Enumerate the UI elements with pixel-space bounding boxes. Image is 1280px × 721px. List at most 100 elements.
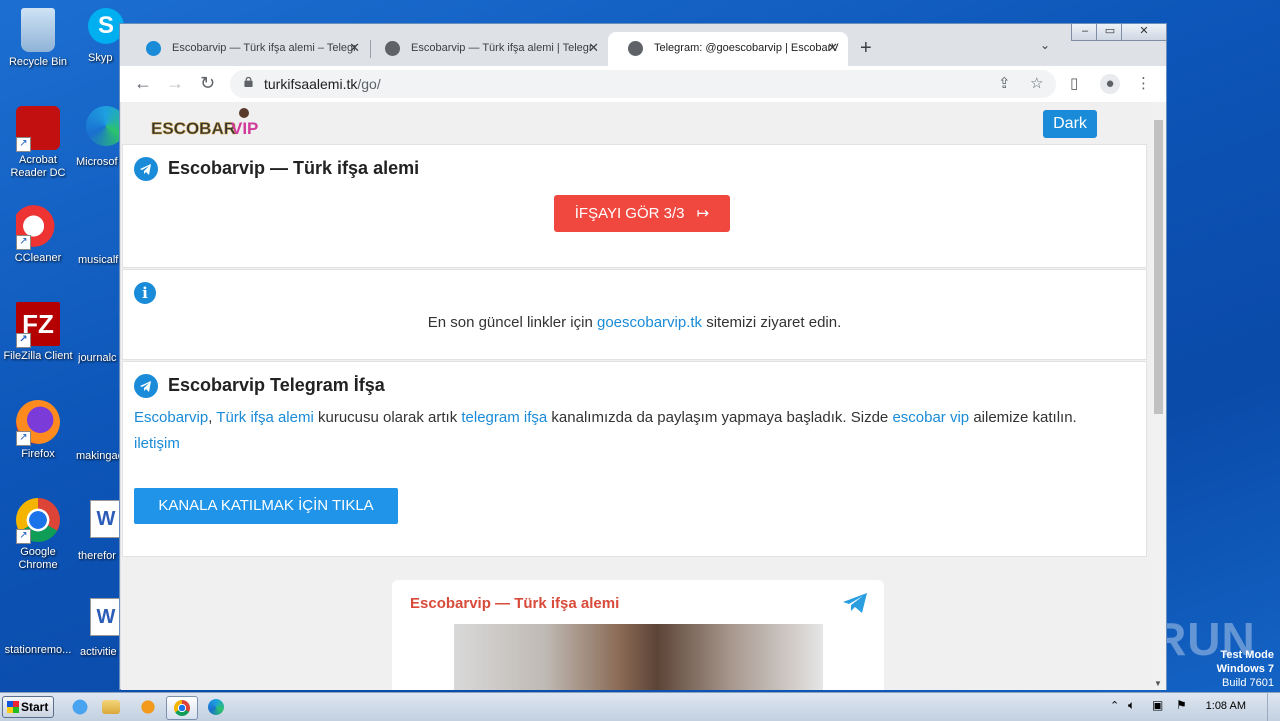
url-path: /go/	[357, 76, 381, 92]
address-bar[interactable]: turkifsaalemi.tk/go/ ⇪ ☆	[230, 70, 1056, 98]
globe-icon	[628, 41, 643, 56]
telegram-icon	[134, 374, 158, 398]
join-channel-button[interactable]: KANALA KATILMAK İÇİN TIKLA	[134, 488, 398, 524]
tab-search-chevron-icon[interactable]: ⌄	[1040, 38, 1050, 52]
file-icon	[16, 610, 60, 640]
show-desktop-button[interactable]	[1267, 693, 1280, 721]
info-icon: i	[134, 282, 156, 304]
turk-ifsa-alemi-link[interactable]: Türk ifşa alemi	[216, 409, 314, 426]
edge-icon	[208, 699, 224, 715]
info-text: En son güncel linkler için goescobarvip.…	[123, 314, 1146, 331]
menu-kebab-icon[interactable]: ⋮	[1136, 74, 1151, 94]
word-doc-icon: W	[90, 598, 122, 636]
svg-text:ESCOBAR: ESCOBAR	[151, 119, 236, 138]
tab-2[interactable]: Escobarvip — Türk ifşa alemi | Telegr ✕	[365, 32, 609, 66]
tab-title: Escobarvip — Türk ifşa alemi – Telegr	[172, 42, 357, 54]
dark-mode-button[interactable]: Dark	[1043, 110, 1097, 138]
shortcut-label: stationremo...	[4, 644, 72, 656]
volume-icon[interactable]: 🔈︎	[1128, 698, 1135, 713]
body-text-3: ailemize katılın.	[969, 409, 1077, 426]
shortcut-label: Google Chrome	[18, 546, 58, 571]
chrome-shortcut[interactable]: ↗ Google Chrome	[0, 498, 76, 572]
preview-photo	[454, 624, 823, 690]
explorer-taskbar-icon[interactable]	[102, 700, 120, 714]
filezilla-shortcut[interactable]: FZ ↗ FileZilla Client	[0, 302, 76, 363]
share-icon[interactable]: ⇪	[998, 74, 1011, 94]
word-doc-icon: W	[90, 500, 122, 538]
back-arrow-icon[interactable]: ←	[134, 72, 152, 94]
exit-arrow-icon: ↦	[696, 205, 710, 222]
body-text-1: kurucusu olarak artık	[313, 409, 462, 426]
ccleaner-icon: ↗	[16, 204, 60, 250]
escobarvip-link[interactable]: Escobarvip	[134, 409, 208, 426]
filezilla-icon: FZ ↗	[16, 302, 60, 348]
new-tab-button[interactable]: +	[860, 36, 872, 60]
svg-text:VIP: VIP	[231, 119, 258, 138]
tab-title: Telegram: @goescobarvip | EscobarV	[654, 42, 839, 54]
preview-title[interactable]: Escobarvip — Türk ifşa alemi	[410, 595, 619, 612]
shortcut-label: FileZilla Client	[3, 350, 73, 362]
iletisim-link[interactable]: iletişim	[134, 435, 180, 452]
media-player-taskbar-icon[interactable]	[136, 696, 160, 718]
logo-image: ESCOBAR VIP	[151, 108, 258, 138]
firefox-icon: ↗	[16, 400, 60, 446]
system-clock[interactable]: 1:08 AM	[1206, 700, 1246, 712]
network-icon[interactable]: ▣	[1152, 698, 1163, 712]
info-text-after: sitemizi ziyaret edin.	[702, 314, 842, 331]
card-body-text: Escobarvip, Türk ifşa alemi kurucusu ola…	[134, 405, 1134, 457]
profile-avatar-icon[interactable]: ●	[1100, 74, 1120, 94]
reload-icon[interactable]: ↻	[200, 72, 215, 94]
reveal-button-label: İFŞAYI GÖR 3/3	[574, 205, 685, 222]
close-tab-icon[interactable]: ✕	[588, 32, 599, 64]
info-text-before: En son güncel linkler için	[427, 314, 597, 331]
edge-taskbar-icon[interactable]	[204, 696, 228, 718]
chrome-taskbar-icon[interactable]	[166, 696, 198, 720]
acrobat-shortcut[interactable]: ↗ Acrobat Reader DC	[0, 106, 76, 180]
telegram-icon	[134, 157, 158, 181]
maximize-button[interactable]: ▭	[1096, 24, 1124, 41]
shortcut-label: journalc	[78, 352, 117, 364]
tray-expand-icon[interactable]: ⌃	[1110, 699, 1119, 712]
test-mode-line2: Windows 7	[1216, 663, 1274, 675]
start-label: Start	[21, 700, 49, 714]
escobar-vip-link[interactable]: escobar vip	[892, 409, 969, 426]
test-mode-notice: Test Mode Windows 7 Build 7601	[1217, 648, 1274, 690]
card-ifsa: Escobarvip — Türk ifşa alemi İFŞAYI GÖR …	[122, 144, 1147, 268]
side-panel-icon[interactable]: ▯	[1070, 74, 1078, 94]
reveal-button[interactable]: İFŞAYI GÖR 3/3 ↦	[554, 195, 730, 232]
goescobarvip-link[interactable]: goescobarvip.tk	[597, 314, 702, 331]
tab-1[interactable]: Escobarvip — Türk ifşa alemi – Telegr ✕	[126, 32, 370, 66]
scroll-down-arrow-icon[interactable]: ▼	[1154, 679, 1162, 688]
windows-logo-icon	[7, 701, 19, 713]
start-button[interactable]: Start	[2, 696, 54, 718]
close-window-button[interactable]: ✕	[1121, 24, 1167, 41]
minimize-button[interactable]: –	[1071, 24, 1099, 41]
action-center-flag-icon[interactable]: ⚑	[1176, 698, 1187, 712]
firefox-shortcut[interactable]: ↗ Firefox	[0, 400, 76, 461]
telegram-ifsa-link[interactable]: telegram ifşa	[461, 409, 547, 426]
test-mode-line1: Test Mode	[1220, 649, 1274, 661]
site-logo[interactable]: ESCOBAR VIP	[151, 106, 271, 140]
star-icon[interactable]: ☆	[1030, 74, 1043, 94]
close-tab-icon[interactable]: ✕	[349, 32, 360, 64]
shortcut-label: Microsof	[76, 156, 118, 168]
ccleaner-shortcut[interactable]: ↗ CCleaner	[0, 204, 76, 265]
chrome-icon	[174, 700, 190, 716]
shortcut-label: Recycle Bin	[8, 56, 68, 68]
shortcut-label: activitie	[80, 646, 117, 658]
page-scrollbar[interactable]: ▼	[1151, 102, 1166, 690]
tab-title: Escobarvip — Türk ifşa alemi | Telegr	[411, 42, 593, 54]
globe-icon	[385, 41, 400, 56]
stationremo-shortcut[interactable]: stationremo...	[0, 610, 76, 657]
close-tab-icon[interactable]: ✕	[827, 32, 838, 64]
forward-arrow-icon[interactable]: →	[166, 72, 184, 94]
telegram-preview-card: Escobarvip — Türk ifşa alemi	[392, 580, 884, 690]
test-mode-line3: Build 7601	[1222, 677, 1274, 689]
recycle-bin-shortcut[interactable]: Recycle Bin	[0, 8, 76, 69]
tab-3-active[interactable]: Telegram: @goescobarvip | EscobarV ✕	[608, 32, 848, 66]
card-title: Escobarvip Telegram İfşa	[168, 375, 385, 395]
ie-taskbar-icon[interactable]	[68, 696, 92, 718]
card-info: i En son güncel linkler için goescobarvi…	[122, 269, 1147, 360]
scrollbar-thumb[interactable]	[1154, 120, 1163, 414]
shortcut-label: Firefox	[21, 448, 55, 460]
